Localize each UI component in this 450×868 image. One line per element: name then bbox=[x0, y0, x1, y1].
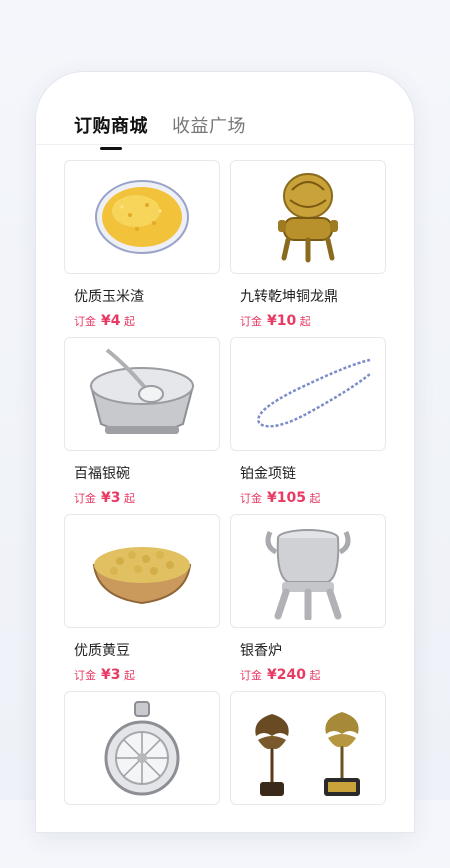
product-name: 铂金项链 bbox=[240, 466, 296, 482]
product-card[interactable] bbox=[64, 691, 220, 868]
product-name: 九转乾坤铜龙鼎 bbox=[240, 289, 338, 305]
price-suffix: 起 bbox=[309, 669, 321, 682]
product-card[interactable]: 银香炉 订金 ¥240 起 bbox=[230, 514, 386, 691]
corn-grits-bowl-icon bbox=[95, 180, 189, 254]
product-card[interactable]: 铂金项链 订金 ¥105 起 bbox=[230, 337, 386, 514]
price-value: ¥4 bbox=[101, 313, 121, 329]
product-card[interactable]: 优质玉米渣 订金 ¥4 起 bbox=[64, 160, 220, 337]
product-image bbox=[230, 691, 386, 805]
price-suffix: 起 bbox=[123, 492, 135, 505]
tab-earnings-square[interactable]: 收益广场 bbox=[172, 112, 246, 138]
deposit-label: 订金 bbox=[240, 315, 262, 328]
product-price: 订金 ¥4 起 bbox=[74, 313, 220, 329]
price-suffix: 起 bbox=[123, 669, 135, 682]
bronze-trees-icon bbox=[255, 712, 360, 796]
deposit-label: 订金 bbox=[240, 669, 262, 682]
deposit-label: 订金 bbox=[240, 492, 262, 505]
tab-order-mall[interactable]: 订购商城 bbox=[74, 112, 148, 150]
product-card[interactable]: 百福银碗 订金 ¥3 起 bbox=[64, 337, 220, 514]
silver-pendant-icon bbox=[104, 701, 180, 796]
product-image bbox=[64, 337, 220, 451]
product-name: 优质黄豆 bbox=[74, 643, 130, 659]
product-image bbox=[64, 514, 220, 628]
product-price: 订金 ¥240 起 bbox=[240, 667, 386, 683]
silver-bowl-icon bbox=[89, 348, 195, 434]
product-price: 订金 ¥105 起 bbox=[240, 490, 386, 506]
price-suffix: 起 bbox=[299, 315, 311, 328]
product-card[interactable]: 九转乾坤铜龙鼎 订金 ¥10 起 bbox=[230, 160, 386, 337]
deposit-label: 订金 bbox=[74, 315, 96, 328]
price-value: ¥10 bbox=[267, 313, 297, 329]
tab-order-mall-label: 订购商城 bbox=[74, 116, 148, 137]
deposit-label: 订金 bbox=[74, 669, 96, 682]
header-divider bbox=[36, 144, 414, 145]
product-price: 订金 ¥3 起 bbox=[74, 490, 220, 506]
product-card[interactable] bbox=[230, 691, 386, 868]
product-name: 百福银碗 bbox=[74, 466, 130, 482]
tab-earnings-square-label: 收益广场 bbox=[172, 116, 246, 137]
product-image bbox=[64, 691, 220, 805]
silver-censer-icon bbox=[265, 529, 351, 620]
product-image bbox=[230, 337, 386, 451]
price-suffix: 起 bbox=[123, 315, 135, 328]
product-card[interactable]: 优质黄豆 订金 ¥3 起 bbox=[64, 514, 220, 691]
product-name: 优质玉米渣 bbox=[74, 289, 144, 305]
tab-bar: 订购商城 收益广场 bbox=[74, 112, 246, 150]
price-value: ¥3 bbox=[101, 490, 121, 506]
product-name: 银香炉 bbox=[240, 643, 282, 659]
product-image bbox=[64, 160, 220, 274]
bronze-dragon-censer-icon bbox=[278, 173, 338, 263]
product-image bbox=[230, 514, 386, 628]
active-tab-indicator bbox=[100, 147, 122, 150]
platinum-necklace-icon bbox=[257, 358, 371, 428]
price-value: ¥240 bbox=[267, 667, 306, 683]
product-image bbox=[230, 160, 386, 274]
price-value: ¥105 bbox=[267, 490, 306, 506]
product-grid: 优质玉米渣 订金 ¥4 起 九转乾坤铜龙鼎 订金 ¥10 起 百福银碗 订金 ¥… bbox=[64, 160, 386, 868]
price-value: ¥3 bbox=[101, 667, 121, 683]
deposit-label: 订金 bbox=[74, 492, 96, 505]
soybean-bowl-icon bbox=[92, 547, 192, 605]
product-price: 订金 ¥10 起 bbox=[240, 313, 386, 329]
price-suffix: 起 bbox=[309, 492, 321, 505]
product-price: 订金 ¥3 起 bbox=[74, 667, 220, 683]
phone-frame: 订购商城 收益广场 优质玉米渣 订金 ¥4 起 九转乾坤铜龙鼎 订金 ¥10 起… bbox=[36, 72, 414, 832]
